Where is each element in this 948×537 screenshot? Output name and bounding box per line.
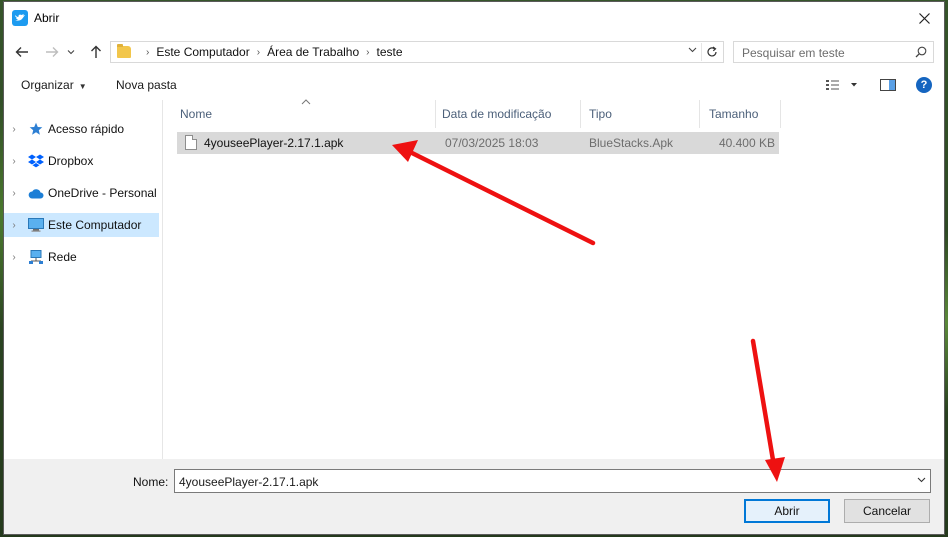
sidebar-item-este-computador[interactable]: › Este Computador: [4, 213, 159, 237]
chevron-down-icon: [688, 47, 697, 53]
file-name: 4youseePlayer-2.17.1.apk: [204, 136, 344, 150]
bluestacks-bird-icon: [12, 10, 28, 26]
file-icon: [185, 135, 197, 150]
file-name-label: Nome:: [133, 475, 169, 489]
sidebar-item-label: Acesso rápido: [48, 122, 125, 136]
up-button[interactable]: [86, 42, 106, 62]
sidebar-item-dropbox[interactable]: › Dropbox: [4, 149, 159, 173]
sidebar-item-label: OneDrive - Personal: [48, 186, 157, 200]
title-bar: Abrir: [4, 2, 944, 34]
refresh-icon: [706, 46, 717, 57]
new-folder-button[interactable]: Nova pasta: [116, 78, 177, 92]
column-header-nome[interactable]: Nome: [164, 97, 436, 128]
cloud-icon: [28, 185, 44, 201]
command-bar: Organizar ▼ Nova pasta ?: [4, 70, 944, 100]
expand-chevron-icon[interactable]: ›: [4, 220, 24, 231]
file-type: BlueStacks.Apk: [589, 136, 674, 150]
arrow-right-icon: [46, 47, 59, 57]
expand-chevron-icon[interactable]: ›: [4, 188, 24, 199]
cancel-button[interactable]: Cancelar: [844, 499, 930, 523]
close-icon: [918, 12, 930, 24]
search-icon: [915, 46, 927, 58]
file-name-field[interactable]: 4youseePlayer-2.17.1.apk: [174, 469, 931, 493]
column-header-label: Tipo: [589, 107, 612, 121]
column-header-label: Data de modificação: [442, 107, 552, 121]
close-button[interactable]: [904, 2, 944, 34]
view-details-icon: [826, 80, 857, 90]
file-size: 40.400 KB: [718, 136, 775, 150]
chevron-down-icon[interactable]: [917, 475, 926, 486]
chevron-down-icon: [67, 50, 75, 55]
breadcrumb-area-de-trabalho[interactable]: Área de Trabalho: [267, 45, 359, 59]
preview-pane-icon: [880, 79, 896, 91]
sidebar-item-label: Dropbox: [48, 154, 94, 168]
navigation-pane: › Acesso rápido › Dropbox › OneDrive - P…: [4, 100, 163, 459]
refresh-button[interactable]: [701, 43, 721, 61]
organize-button[interactable]: Organizar ▼: [21, 78, 87, 92]
breadcrumb-separator-icon: ›: [366, 46, 370, 58]
file-modified: 07/03/2025 18:03: [445, 136, 539, 150]
address-history-button[interactable]: [688, 45, 697, 56]
window-title: Abrir: [34, 11, 60, 25]
organize-label: Organizar: [21, 78, 74, 92]
breadcrumb-separator-icon: ›: [146, 46, 150, 58]
open-file-dialog: Abrir › Este Computador › Área de Trabal…: [3, 1, 945, 535]
open-button-label: Abrir: [774, 504, 800, 518]
sidebar-item-acesso-rapido[interactable]: › Acesso rápido: [4, 117, 159, 141]
column-header-label: Tamanho: [709, 107, 759, 121]
file-name-value: 4youseePlayer-2.17.1.apk: [179, 475, 319, 489]
expand-chevron-icon[interactable]: ›: [4, 124, 24, 135]
breadcrumb-separator-icon: ›: [256, 46, 261, 58]
arrow-up-icon: [91, 45, 101, 58]
new-folder-label: Nova pasta: [116, 78, 177, 92]
sidebar-item-label: Este Computador: [48, 218, 142, 232]
cancel-button-label: Cancelar: [862, 504, 912, 518]
back-button[interactable]: [12, 42, 32, 62]
help-icon[interactable]: ?: [916, 77, 932, 93]
expand-chevron-icon[interactable]: ›: [4, 156, 24, 167]
address-row: › Este Computador › Área de Trabalho › t…: [4, 36, 944, 68]
search-input[interactable]: Pesquisar em teste: [733, 41, 934, 63]
preview-pane-button[interactable]: [880, 78, 896, 92]
sidebar-item-onedrive[interactable]: › OneDrive - Personal: [4, 181, 159, 205]
breadcrumb-este-computador[interactable]: Este Computador: [156, 45, 249, 59]
caret-down-icon: ▼: [78, 82, 87, 91]
column-header-label: Nome: [180, 107, 213, 121]
sidebar-item-rede[interactable]: › Rede: [4, 245, 159, 269]
column-header-tipo[interactable]: Tipo: [581, 100, 700, 128]
search-placeholder: Pesquisar em teste: [742, 46, 845, 60]
star-icon: [28, 121, 44, 137]
open-button[interactable]: Abrir: [744, 499, 830, 523]
column-header-tamanho[interactable]: Tamanho: [700, 100, 781, 128]
breadcrumb-teste[interactable]: teste: [376, 45, 402, 59]
sidebar-item-label: Rede: [48, 250, 77, 264]
forward-button[interactable]: [42, 42, 62, 62]
arrow-left-icon: [15, 47, 28, 57]
expand-chevron-icon[interactable]: ›: [4, 252, 24, 263]
folder-icon: [117, 44, 131, 58]
dialog-footer: Nome: 4youseePlayer-2.17.1.apk Abrir Can…: [4, 459, 944, 534]
change-view-button[interactable]: [825, 78, 861, 92]
column-header-data-modificacao[interactable]: Data de modificação: [436, 100, 581, 128]
sort-ascending-icon: [301, 97, 311, 108]
dropbox-icon: [28, 153, 44, 169]
recent-locations-button[interactable]: [65, 42, 77, 62]
network-icon: [28, 249, 44, 265]
file-list: Nome Data de modificação Tipo Tamanho 4y…: [164, 97, 944, 459]
address-bar[interactable]: › Este Computador › Área de Trabalho › t…: [110, 41, 724, 63]
monitor-icon: [28, 217, 44, 233]
table-row[interactable]: 4youseePlayer-2.17.1.apk 07/03/2025 18:0…: [177, 132, 779, 154]
